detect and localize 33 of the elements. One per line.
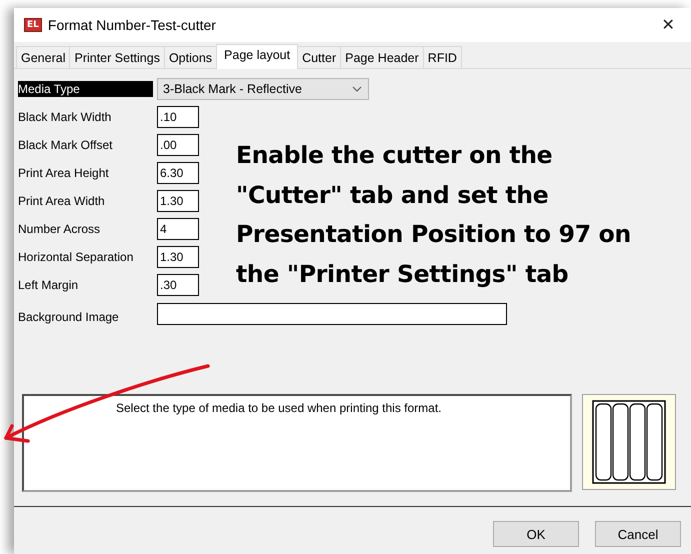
field-label: Background Image (18, 308, 120, 325)
tab[interactable]: RFID (422, 46, 462, 68)
input-field[interactable]: .30 (157, 274, 199, 296)
app-logo: EL (24, 18, 42, 32)
chevron-icon (352, 86, 362, 92)
tab[interactable]: General (16, 46, 70, 68)
input-field[interactable]: 4 (157, 218, 199, 240)
tab[interactable]: Page layout (216, 44, 298, 69)
input-field[interactable]: 1.30 (157, 246, 199, 268)
null[interactable]: Cancel (595, 521, 681, 547)
tab[interactable]: Options (164, 46, 218, 68)
window-title: Format Number-Test-cutter (48, 17, 217, 33)
tab[interactable]: Printer Settings (69, 46, 165, 68)
tab[interactable]: Page Header (340, 46, 424, 68)
field-label: Left Margin (18, 277, 80, 293)
field-label: Number Across (18, 221, 102, 237)
media-type-dropdown[interactable]: 3-Black Mark - Reflective (157, 78, 369, 100)
annotation-text: Enable the cutter on the "Cutter" tab and set the Presentation Position to 97 on the "Printer Settings" tab (236, 140, 632, 290)
input-field[interactable] (157, 302, 507, 325)
input-field[interactable]: 1.30 (157, 190, 199, 212)
field-label: Horizontal Separation (18, 249, 134, 265)
field-label: Print Area Height (18, 165, 110, 181)
null[interactable]: OK (493, 521, 579, 547)
label-layout-icon (582, 394, 676, 490)
field-label: Black Mark Width (18, 109, 112, 125)
input-field[interactable]: 6.30 (157, 162, 199, 184)
description-box: Select the type of media to be used when printing this format. (22, 394, 572, 492)
field-label: Black Mark Offset (18, 137, 114, 153)
field-label: Print Area Width (18, 193, 106, 209)
input-field[interactable]: .00 (157, 134, 199, 156)
close-button[interactable]: ✕ (645, 15, 691, 35)
field-label: Media Type (18, 81, 153, 97)
input-field[interactable]: .10 (157, 106, 199, 128)
